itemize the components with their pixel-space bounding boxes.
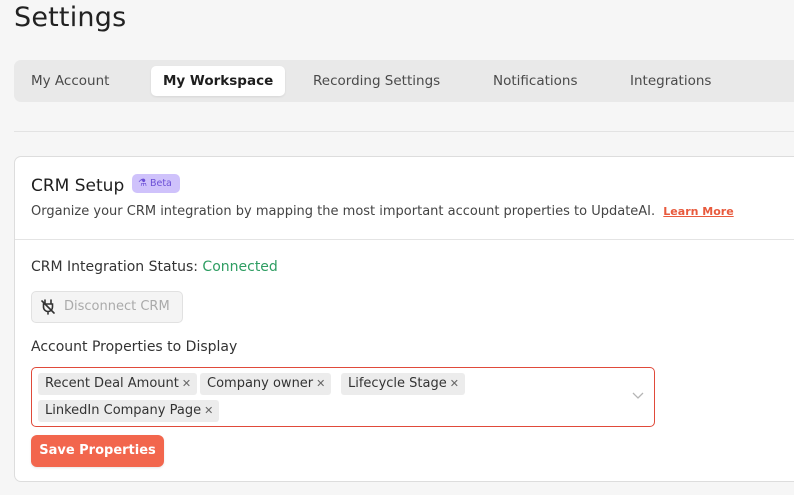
crm-description-text: Organize your CRM integration by mapping… [31, 204, 656, 219]
tab-my-account[interactable]: My Account [19, 66, 121, 96]
disconnect-crm-label: Disconnect CRM [64, 299, 170, 314]
crm-setup-title: CRM Setup [31, 176, 125, 196]
tab-bar: My Account My Workspace Recording Settin… [14, 60, 794, 102]
property-chip: LinkedIn Company Page ✕ [38, 400, 220, 422]
crm-integration-status: CRM Integration Status: Connected [31, 259, 278, 275]
learn-more-link[interactable]: Learn More [663, 205, 733, 218]
beta-label: Beta [149, 178, 172, 189]
status-value: Connected [202, 259, 278, 275]
property-chip: Lifecycle Stage ✕ [341, 373, 465, 395]
remove-chip-icon[interactable]: ✕ [316, 377, 325, 390]
plug-off-icon [41, 299, 55, 315]
chevron-down-icon[interactable] [632, 390, 644, 400]
account-properties-label: Account Properties to Display [31, 339, 238, 355]
tab-my-workspace[interactable]: My Workspace [151, 66, 286, 96]
property-chip-label: Lifecycle Stage [348, 376, 447, 391]
remove-chip-icon[interactable]: ✕ [182, 377, 191, 390]
crm-setup-card: CRM Setup ⚗ Beta Organize your CRM integr… [14, 156, 794, 482]
beta-badge: ⚗ Beta [132, 174, 180, 193]
status-label: CRM Integration Status: [31, 259, 198, 275]
crm-description: Organize your CRM integration by mapping… [31, 204, 734, 219]
disconnect-crm-button[interactable]: Disconnect CRM [31, 291, 183, 323]
tab-recording-settings[interactable]: Recording Settings [301, 66, 452, 96]
page-title: Settings [14, 2, 127, 33]
property-chip-label: LinkedIn Company Page [45, 403, 202, 418]
tab-integrations[interactable]: Integrations [618, 66, 723, 96]
remove-chip-icon[interactable]: ✕ [450, 377, 459, 390]
property-chip: Recent Deal Amount ✕ [38, 373, 198, 395]
account-properties-select[interactable]: Recent Deal Amount ✕ Company owner ✕ Lifec… [31, 367, 655, 427]
property-chip: Company owner ✕ [200, 373, 332, 395]
property-chip-label: Company owner [207, 376, 314, 391]
tab-notifications[interactable]: Notifications [481, 66, 590, 96]
divider [14, 131, 794, 132]
remove-chip-icon[interactable]: ✕ [204, 404, 213, 417]
property-chip-label: Recent Deal Amount [45, 376, 179, 391]
settings-page: Settings My Account My Workspace Recordi… [0, 0, 794, 495]
flask-icon: ⚗ [138, 178, 147, 189]
save-properties-button[interactable]: Save Properties [31, 435, 164, 467]
crm-card-header: CRM Setup ⚗ Beta Organize your CRM integr… [15, 157, 794, 240]
